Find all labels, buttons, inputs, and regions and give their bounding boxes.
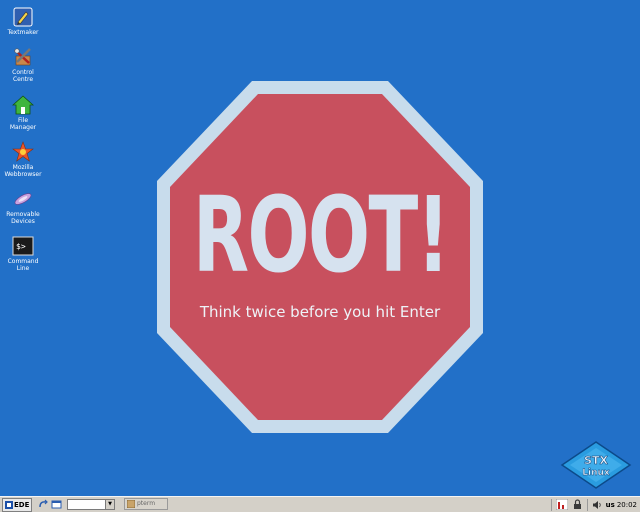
desktop-icon-label: Mozilla Webbrowser <box>4 164 42 178</box>
tray-separator <box>586 498 588 511</box>
lock-screen-icon[interactable] <box>572 499 583 510</box>
stop-sign-subtitle: Think twice before you hit Enter <box>199 303 441 321</box>
desktop-icon-command-line[interactable]: $> Command Line <box>0 235 46 272</box>
mozilla-icon <box>12 141 34 162</box>
stop-sign-title: ROOT! <box>192 174 450 296</box>
command-line-icon: $> <box>12 236 34 256</box>
terminal-icon <box>127 500 135 508</box>
desktop-icon-mozilla[interactable]: Mozilla Webbrowser <box>0 141 46 178</box>
taskbar-task-pterm[interactable]: pterm <box>124 498 168 510</box>
system-tray: us 20:02 <box>549 497 640 512</box>
desktop-icon-removable-devices[interactable]: Removable Devices <box>0 188 46 225</box>
cpu-monitor-icon[interactable] <box>555 499 568 510</box>
keyboard-layout-indicator[interactable]: us <box>606 501 615 509</box>
ede-logo-icon <box>5 501 13 509</box>
stx-logo-line2: Linux <box>582 468 610 478</box>
start-menu-label: EDE <box>14 501 30 509</box>
chevron-down-icon[interactable]: ▼ <box>105 500 114 509</box>
desktop-icon-label: Control Centre <box>12 69 34 83</box>
desktop-icon-label: Textmaker <box>7 29 39 36</box>
desktop-icon-label: File Manager <box>9 117 37 131</box>
taskbar: EDE ▼ pterm us 20:02 <box>0 496 640 512</box>
file-manager-icon <box>12 95 34 115</box>
stx-logo-line1: STX <box>584 454 608 467</box>
desktop-icon-file-manager[interactable]: File Manager <box>0 94 46 131</box>
show-desktop-icon[interactable] <box>38 499 49 510</box>
tray-separator <box>550 498 552 511</box>
desktop-icon-control-centre[interactable]: Control Centre <box>0 46 46 83</box>
start-menu-button[interactable]: EDE <box>2 498 33 512</box>
svg-text:$>: $> <box>16 242 26 251</box>
removable-devices-icon <box>14 193 32 205</box>
clock[interactable]: 20:02 <box>617 501 637 509</box>
volume-icon[interactable] <box>592 500 602 510</box>
root-warning-wallpaper: ROOT! Think twice before you hit Enter <box>157 81 483 433</box>
desktop-icon-label: Command Line <box>7 258 39 272</box>
workspace-select[interactable]: ▼ <box>67 499 115 510</box>
textmaker-icon <box>13 7 33 27</box>
task-label: pterm <box>137 500 156 507</box>
control-centre-icon <box>14 48 31 66</box>
desktop-icon-label: Removable Devices <box>6 211 40 225</box>
window-list-icon[interactable] <box>51 499 62 510</box>
desktop-icon-textmaker[interactable]: Textmaker <box>0 6 46 36</box>
stx-linux-logo: STX Linux <box>560 441 632 489</box>
